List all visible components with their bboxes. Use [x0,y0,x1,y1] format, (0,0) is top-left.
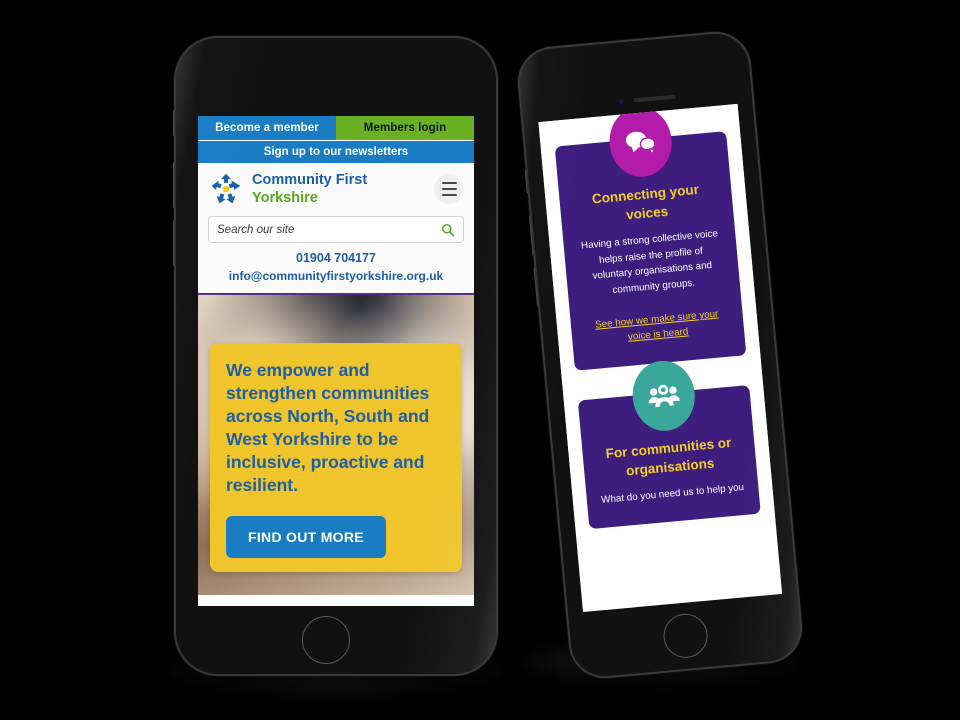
card-body: What do you need us to help you [600,481,745,506]
utility-topbar: Become a member Members login [198,116,474,140]
site-header: Community First Yorkshire Search our sit… [198,163,474,293]
hamburger-menu-icon[interactable] [434,174,464,204]
contact-details: 01904 704177 info@communityfirstyorkshir… [208,243,464,283]
right-phone-mute-switch[interactable] [524,169,530,194]
brand-line-1: Community First [252,172,368,189]
card-body: Having a strong collective voice helps r… [580,228,719,296]
left-phone-volume-up-button[interactable] [173,162,176,208]
left-phone-device: Become a member Members login Sign up to… [173,38,496,674]
find-out-more-button[interactable]: FIND OUT MORE [226,515,386,558]
become-a-member-button[interactable]: Become a member [198,116,336,140]
hero-message-card: We empower and strengthen communities ac… [210,343,462,572]
right-phone-device: Connecting your voices Having a strong c… [516,30,804,680]
brand-wordmark[interactable]: Community First Yorkshire [252,171,367,206]
services-cards-page: Connecting your voices Having a strong c… [538,103,775,531]
contact-phone-number[interactable]: 01904 704177 [208,251,464,265]
home-button-icon[interactable] [302,616,350,664]
burger-line [441,193,457,197]
left-phone-screen: Become a member Members login Sign up to… [198,116,474,606]
search-icon[interactable] [441,223,455,237]
burger-line [441,181,457,185]
right-phone-volume-down-button[interactable] [533,266,541,307]
search-input[interactable] [217,223,441,236]
brand-line-2: Yorkshire [252,190,318,206]
left-phone-volume-down-button[interactable] [173,220,176,266]
card-for-communities-or-organisations[interactable]: For communities or organisations What do… [577,357,761,530]
card-title: For communities or organisations [604,434,732,479]
site-search-box[interactable] [208,216,464,243]
members-login-button[interactable]: Members login [336,116,474,140]
contact-email-address[interactable]: info@communityfirstyorkshire.org.uk [208,269,464,283]
right-phone-screen: Connecting your voices Having a strong c… [538,103,783,613]
burger-line [441,187,457,191]
newsletter-signup-button[interactable]: Sign up to our newsletters [198,140,474,163]
mockup-scene: Become a member Members login Sign up to… [0,0,960,720]
hero-section: We empower and strengthen communities ac… [198,295,474,595]
people-group-icon [629,357,698,434]
front-camera-icon [617,98,625,105]
card-connecting-your-voices[interactable]: Connecting your voices Having a strong c… [554,104,747,371]
card-title: Connecting your voices [591,181,700,223]
hero-heading: We empower and strengthen communities ac… [226,360,430,496]
card-link[interactable]: See how we make sure your voice is heard [584,306,730,349]
left-phone-mute-switch[interactable] [173,110,176,136]
brand-row: Community First Yorkshire [208,171,464,207]
speech-bubbles-icon [606,104,675,180]
home-button-icon[interactable] [661,611,710,660]
community-first-yorkshire-logo-icon[interactable] [208,171,244,207]
right-phone-volume-up-button[interactable] [528,215,536,256]
earpiece-speaker-icon [633,94,676,102]
